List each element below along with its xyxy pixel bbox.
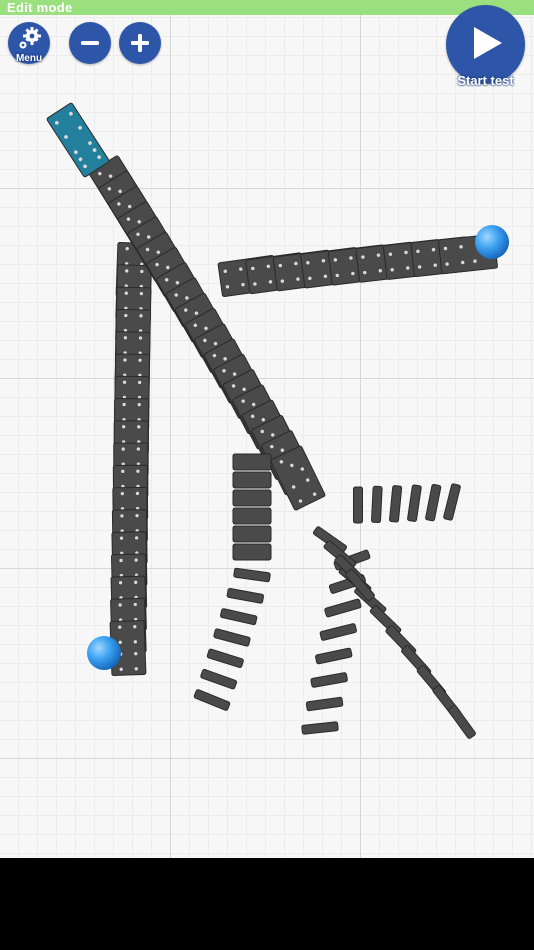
domino[interactable] xyxy=(324,598,362,618)
domino[interactable] xyxy=(232,543,272,561)
domino[interactable] xyxy=(443,483,461,521)
target-ball[interactable] xyxy=(87,636,121,670)
domino-scene[interactable] xyxy=(0,0,534,858)
domino[interactable] xyxy=(232,471,272,489)
domino[interactable] xyxy=(226,588,265,604)
mode-bar: Edit mode xyxy=(0,0,534,15)
start-test-button[interactable]: Start test xyxy=(446,5,525,88)
domino[interactable] xyxy=(232,507,272,525)
play-area[interactable]: Edit mode Menu Start test xyxy=(0,0,534,858)
menu-label: Menu xyxy=(15,53,43,64)
minus-icon xyxy=(81,41,99,45)
domino[interactable] xyxy=(371,485,383,524)
domino[interactable] xyxy=(200,668,238,690)
domino[interactable] xyxy=(206,648,244,668)
domino[interactable] xyxy=(233,567,271,583)
domino[interactable] xyxy=(193,689,231,711)
domino[interactable] xyxy=(46,102,110,178)
domino[interactable] xyxy=(353,486,363,524)
domino[interactable] xyxy=(232,525,272,543)
domino[interactable] xyxy=(448,705,476,739)
play-icon xyxy=(474,27,502,59)
zoom-in-button[interactable] xyxy=(119,22,161,64)
gear-icon xyxy=(19,27,41,49)
domino[interactable] xyxy=(213,628,251,647)
domino[interactable] xyxy=(301,721,339,735)
domino[interactable] xyxy=(232,489,272,507)
domino[interactable] xyxy=(310,672,348,688)
bottom-bar xyxy=(0,858,534,950)
menu-button[interactable]: Menu xyxy=(8,22,50,64)
domino[interactable] xyxy=(220,608,258,626)
domino[interactable] xyxy=(425,483,442,522)
start-ball[interactable] xyxy=(475,225,509,259)
plus-icon xyxy=(131,34,149,52)
domino[interactable] xyxy=(319,623,357,641)
start-test-label: Start test xyxy=(457,73,514,88)
domino[interactable] xyxy=(232,453,272,471)
mode-label: Edit mode xyxy=(7,0,73,15)
domino[interactable] xyxy=(305,696,344,712)
domino[interactable] xyxy=(407,484,422,522)
zoom-out-button[interactable] xyxy=(69,22,111,64)
domino[interactable] xyxy=(389,485,403,523)
domino[interactable] xyxy=(315,647,353,665)
